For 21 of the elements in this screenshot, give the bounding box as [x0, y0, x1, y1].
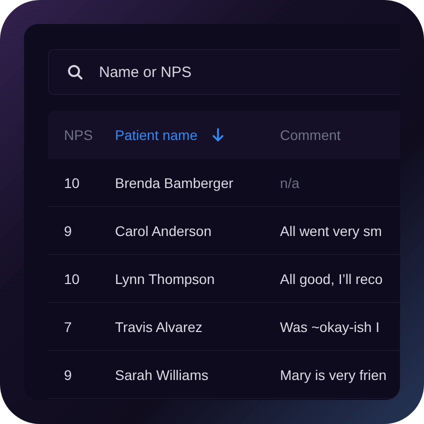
- search-icon: [67, 64, 83, 80]
- comment-cell-text: Mary is very frien: [280, 366, 388, 382]
- comment-cell-text: All good, I’ll reco: [280, 270, 384, 286]
- comment-cell-text: All went very sm: [280, 222, 383, 238]
- patient-name: Lynn Thompson: [115, 270, 216, 286]
- patient-name: Sarah Williams: [115, 366, 210, 382]
- patient-name: Carol Anderson: [115, 222, 213, 238]
- nps-cell-text: 10: [64, 270, 81, 286]
- nps-cell-text: 9: [64, 222, 73, 238]
- patient-name: Brenda Bamberger: [115, 174, 234, 190]
- nps-cell-text: 9: [64, 366, 73, 382]
- comment-cell-text: n/a: [280, 174, 300, 190]
- column-header[interactable]: NPS: [64, 127, 93, 143]
- column-header[interactable]: Patient name: [115, 127, 198, 143]
- sort-arrow-icon[interactable]: [212, 128, 224, 142]
- patient-name: Travis Alvarez: [115, 318, 204, 334]
- search-field[interactable]: Name or NPS: [48, 49, 400, 95]
- column-header[interactable]: Comment: [280, 127, 341, 143]
- nps-cell-text: 7: [64, 318, 73, 334]
- comment-cell-text: Was ~okay-ish I: [280, 318, 380, 334]
- nps-cell-text: 10: [64, 174, 81, 190]
